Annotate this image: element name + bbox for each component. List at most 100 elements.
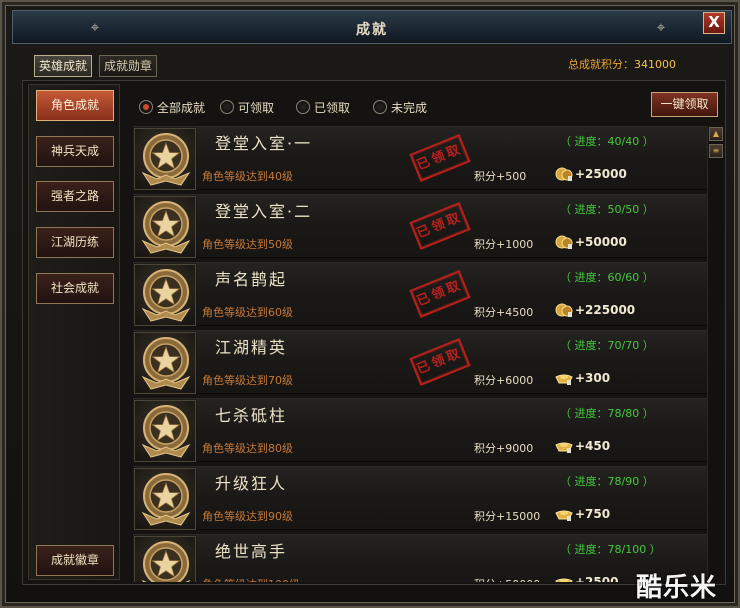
close-button[interactable]: X [703,12,725,34]
achievement-row: 七杀砥柱 （ 进度：78/80 ） 角色等级达到80级 积分+9000 +450 [133,398,707,462]
scroll-up-icon[interactable]: ▲ [709,127,723,141]
achievement-reward: +300 [555,369,610,387]
achievement-progress: （ 进度：60/60 ） [560,271,654,284]
gold-coin-icon [555,235,573,249]
radio-icon[interactable] [296,100,310,114]
achievement-condition: 角色等级达到40级 [202,170,293,183]
achievement-medal [134,264,196,326]
gold-ingot-icon [555,374,573,385]
filter-label: 未完成 [391,100,428,115]
category-divine-weapons[interactable]: 神兵天成 [36,136,114,167]
achievement-medal [134,536,196,582]
achievement-medal [134,400,196,462]
reward-amount: +750 [575,507,611,521]
category-role-achievements[interactable]: 角色成就 [36,90,114,121]
filter-label: 可领取 [238,100,275,115]
achievement-points: 积分+9000 [474,442,534,455]
gold-ingot-icon [555,510,573,521]
radio-icon[interactable] [220,100,234,114]
achievement-points: 积分+50000 [474,576,540,582]
star-medal-icon [141,541,191,582]
star-medal-icon [141,473,191,526]
category-jianghu-experience[interactable]: 江湖历练 [36,227,114,258]
filter-all[interactable]: 全部成就 [139,99,205,115]
total-points-label: 总成就积分： [568,58,634,71]
achievement-reward: +25000 [555,165,627,183]
tab-achievement-badges[interactable]: 成就勋章 [99,55,157,77]
achievement-name: 登堂入室·二 [215,202,313,221]
achievement-progress: （ 进度：78/100 ） [560,543,661,556]
star-medal-icon [141,269,191,322]
gold-coin-icon [555,167,573,181]
radio-icon[interactable] [373,100,387,114]
achievement-reward: +50000 [555,233,627,251]
ornament-icon: ⌖ [656,18,666,36]
filter-incomplete[interactable]: 未完成 [373,99,427,115]
filter-label: 全部成就 [157,100,206,115]
achievement-progress: （ 进度：40/40 ） [560,135,654,148]
achievement-row: 升级狂人 （ 进度：78/90 ） 角色等级达到90级 积分+15000 +750 [133,466,707,530]
reward-amount: +450 [575,439,611,453]
total-achievement-points: 总成就积分：341000 [568,56,676,72]
achievement-progress: （ 进度：78/80 ） [560,407,654,420]
achievement-condition: 角色等级达到70级 [202,374,293,387]
gold-coin-icon [555,303,573,317]
gold-ingot-icon [555,442,573,453]
achievement-row: 登堂入室·一（ 进度：40/40 ）角色等级达到40级 已领取 积分+500 +250… [133,126,707,190]
filter-claimable[interactable]: 可领取 [220,99,274,115]
achievement-row: 绝世高手 （ 进度：78/100 ） 角色等级达到100级 积分+50000 +2500 [133,534,707,582]
radio-icon[interactable] [139,100,153,114]
achievement-row: 江湖精英（ 进度：70/70 ）角色等级达到70级 已领取 积分+6000 +300 [133,330,707,394]
achievement-medal [134,196,196,258]
tab-hero-achievements[interactable]: 英雄成就 [34,55,92,77]
achievement-badge-button[interactable]: 成就徽章 [36,545,114,576]
achievement-condition: 角色等级达到50级 [202,238,293,251]
filter-claimed[interactable]: 已领取 [296,99,350,115]
title-bar[interactable]: ⌖ 成就 ⌖ [12,10,732,44]
star-medal-icon [141,201,191,254]
watermark-logo: 酷乐米 [636,573,718,603]
achievement-points: 积分+6000 [474,374,534,387]
achievement-medal [134,332,196,394]
star-medal-icon [141,133,191,186]
achievement-reward: +450 [555,437,610,455]
achievement-condition: 角色等级达到60级 [202,306,293,319]
achievement-progress: （ 进度：70/70 ） [560,339,654,352]
achievement-condition: 角色等级达到100级 [202,576,300,582]
achievement-reward: +225000 [555,301,635,319]
reward-amount: +25000 [575,167,627,181]
achievement-row: 声名鹊起（ 进度：60/60 ）角色等级达到60级 已领取 积分+4500 +2250… [133,262,707,326]
total-points-value: 341000 [634,58,676,71]
achievement-condition: 角色等级达到80级 [202,442,293,455]
scroll-thumb[interactable]: ≡ [709,144,723,158]
star-medal-icon [141,405,191,458]
reward-amount: +300 [575,371,611,385]
window-title: 成就 [356,22,388,38]
achievement-reward: +2500 [555,573,618,582]
list-scrollbar[interactable]: ▲ ≡ [707,126,723,582]
reward-amount: +2500 [575,575,619,582]
claim-all-button[interactable]: 一键领取 [651,92,718,117]
achievement-name: 升级狂人 [215,474,288,493]
achievement-row: 登堂入室·二（ 进度：50/50 ）角色等级达到50级 已领取 积分+1000 +50… [133,194,707,258]
achievement-medal [134,468,196,530]
achievement-name: 登堂入室·一 [215,134,313,153]
achievement-name: 江湖精英 [215,338,288,357]
achievement-reward: +750 [555,505,610,523]
star-medal-icon [141,337,191,390]
category-social-achievements[interactable]: 社会成就 [36,273,114,304]
reward-amount: +225000 [575,303,636,317]
achievement-name: 声名鹊起 [215,270,288,289]
achievement-points: 积分+500 [474,170,527,183]
category-path-of-strong[interactable]: 强者之路 [36,181,114,212]
achievement-name: 七杀砥柱 [215,406,288,425]
achievement-list: 登堂入室·一（ 进度：40/40 ）角色等级达到40级 已领取 积分+500 +250… [133,126,707,582]
filter-label: 已领取 [314,100,351,115]
achievement-medal [134,128,196,190]
achievement-points: 积分+1000 [474,238,534,251]
reward-amount: +50000 [575,235,627,249]
achievement-condition: 角色等级达到90级 [202,510,293,523]
achievement-progress: （ 进度：50/50 ） [560,203,654,216]
achievement-progress: （ 进度：78/90 ） [560,475,654,488]
achievement-name: 绝世高手 [215,542,288,561]
